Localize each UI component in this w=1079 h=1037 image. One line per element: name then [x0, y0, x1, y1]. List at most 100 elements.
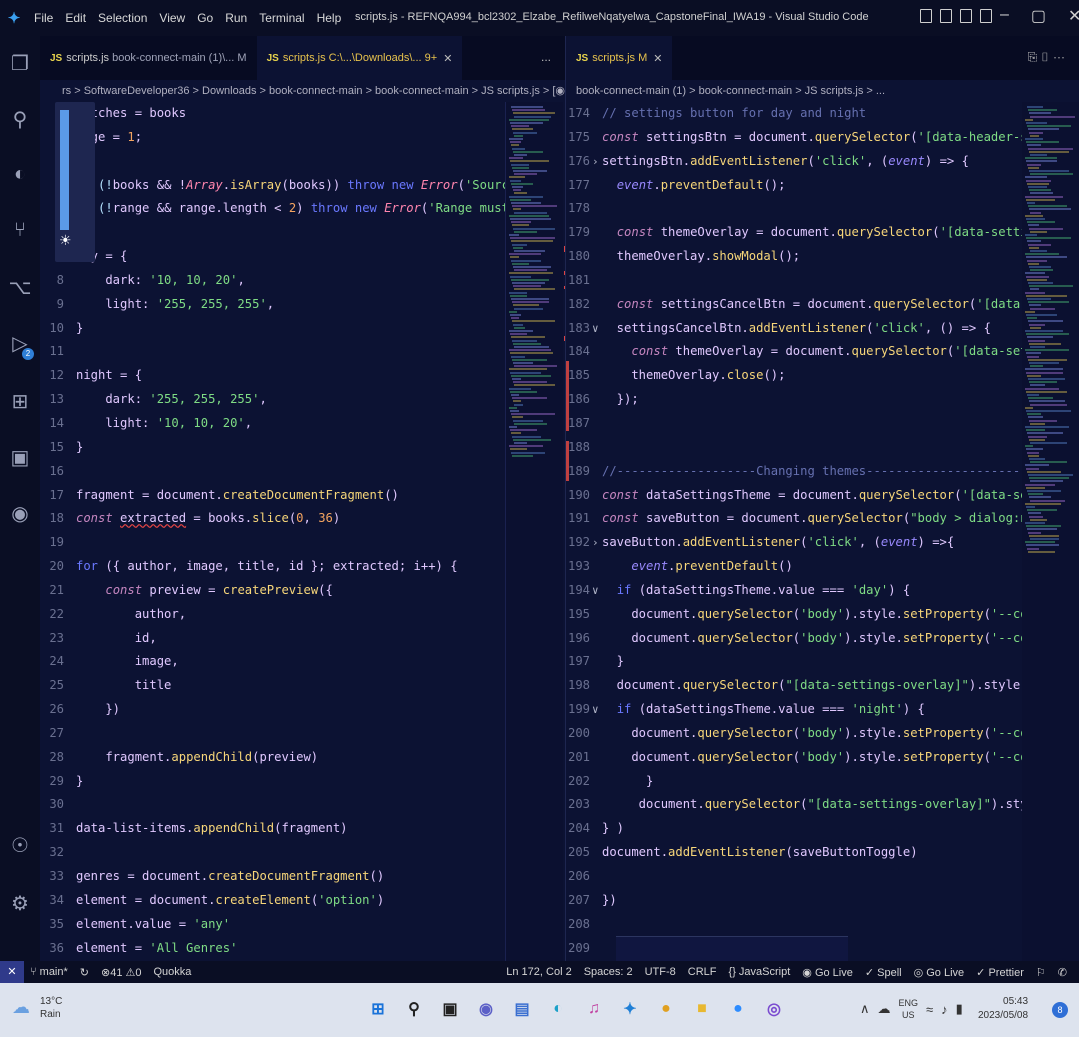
- explorer-icon[interactable]: ❐: [8, 52, 32, 76]
- vscode-taskbar-icon[interactable]: ✦: [617, 996, 643, 1022]
- code-line[interactable]: 20 for ({ author, image, title, id }; ext…: [40, 555, 505, 579]
- chrome-icon[interactable]: ●: [653, 996, 679, 1022]
- toggle-panel-icon[interactable]: [940, 9, 952, 23]
- scroll-overlay-widget[interactable]: ☀: [55, 102, 95, 262]
- code-line[interactable]: 202 }: [566, 770, 1036, 794]
- code-line[interactable]: 34 element = document.createElement('opti…: [40, 889, 505, 913]
- code-line[interactable]: 195 document.querySelector ('body').style…: [566, 603, 1036, 627]
- close-tab-icon[interactable]: ✕: [653, 52, 662, 65]
- code-line[interactable]: 189 //-------------------Changing themes-…: [566, 460, 1036, 484]
- code-line[interactable]: 13 dark: '255, 255, 255',: [40, 388, 505, 412]
- code-line[interactable]: 24 image,: [40, 650, 505, 674]
- tab-scripts-js-right[interactable]: JS scripts.js M ✕: [566, 36, 673, 80]
- spell-check[interactable]: ✓ Spell: [859, 966, 908, 979]
- code-line[interactable]: 181: [566, 269, 1036, 293]
- menu-edit[interactable]: Edit: [59, 11, 92, 25]
- code-line[interactable]: 27: [40, 722, 505, 746]
- fold-chevron-icon[interactable]: ∨: [592, 698, 599, 722]
- breadcrumb[interactable]: rs > SoftwareDeveloper36 > Downloads > b…: [40, 80, 565, 102]
- close-icon[interactable]: ✕: [1068, 6, 1079, 26]
- clock[interactable]: 05:43 2023/05/08: [978, 995, 1028, 1023]
- problems-count[interactable]: ⊗41 ⚠0: [95, 966, 148, 979]
- tab-scripts-js-downloads[interactable]: JS scripts.js C:\...\Downloads\... 9+ ✕: [256, 36, 463, 80]
- menu-terminal[interactable]: Terminal: [253, 11, 310, 25]
- code-line[interactable]: [40, 150, 505, 174]
- code-line[interactable]: 190 const dataSettingsTheme = document.qu…: [566, 484, 1036, 508]
- sync-icon[interactable]: ↻: [74, 966, 95, 979]
- code-line[interactable]: 177 event.preventDefault();: [566, 174, 1036, 198]
- code-line[interactable]: 182 const settingsCancelBtn = document.q…: [566, 293, 1036, 317]
- code-line[interactable]: 187: [566, 412, 1036, 436]
- code-line[interactable]: 188: [566, 436, 1036, 460]
- weather-rain-icon[interactable]: ☁: [12, 997, 30, 1018]
- code-line[interactable]: 185 themeOverlay.close();: [566, 364, 1036, 388]
- language-mode[interactable]: {} JavaScript: [723, 966, 797, 979]
- code-line[interactable]: 10}: [40, 317, 505, 341]
- code-line[interactable]: 36 element = 'All Genres': [40, 937, 505, 961]
- code-line[interactable]: 16: [40, 460, 505, 484]
- code-line[interactable]: 197 }: [566, 650, 1036, 674]
- tor-icon[interactable]: ◎: [761, 996, 787, 1022]
- code-line[interactable]: 25 title: [40, 674, 505, 698]
- git-graph-icon[interactable]: ⌥: [8, 276, 32, 300]
- notifications-icon[interactable]: ✆: [1052, 966, 1073, 979]
- code-line[interactable]: 201 document.querySelector ('body').style…: [566, 746, 1036, 770]
- code-line[interactable]: if (!books && !Array.isArray(books)) thr…: [40, 174, 505, 198]
- code-line[interactable]: 206: [566, 865, 1036, 889]
- code-line[interactable]: 208: [566, 913, 1036, 937]
- encoding[interactable]: UTF-8: [639, 966, 682, 979]
- code-line[interactable]: 180 themeOverlay.showModal();: [566, 245, 1036, 269]
- code-line[interactable]: 205 document.addEventListener(saveButtonT…: [566, 841, 1036, 865]
- code-line[interactable]: 15}: [40, 436, 505, 460]
- code-line[interactable]: 28 fragment.appendChild(preview): [40, 746, 505, 770]
- code-line[interactable]: 179 const themeOverlay = document.queryS…: [566, 221, 1036, 245]
- menu-view[interactable]: View: [153, 11, 191, 25]
- code-line[interactable]: 29}: [40, 770, 505, 794]
- code-editor-left[interactable]: matches = bookspage = 1;if (!books && !A…: [40, 102, 505, 961]
- restore-icon[interactable]: ▢: [1031, 6, 1046, 26]
- volume-icon[interactable]: ♪: [941, 1002, 948, 1017]
- code-line[interactable]: 186 });: [566, 388, 1036, 412]
- accounts-icon[interactable]: ⚐: [1030, 966, 1052, 979]
- prettier-status[interactable]: ✓ Prettier: [970, 966, 1030, 979]
- editor-actions-icon[interactable]: ⎘ ▯ ⋯: [1028, 50, 1065, 65]
- code-line[interactable]: 176 › settingsBtn.addEventListener('click'…: [566, 150, 1036, 174]
- menu-help[interactable]: Help: [311, 11, 348, 25]
- code-line[interactable]: 178: [566, 197, 1036, 221]
- code-line[interactable]: 193 event.preventDefault(): [566, 555, 1036, 579]
- task-view-icon[interactable]: ▣: [437, 996, 463, 1022]
- cursor-position[interactable]: Ln 172, Col 2: [500, 966, 577, 979]
- code-editor-right[interactable]: 174// settings button for day and night 1…: [566, 102, 1036, 961]
- cloud-icon[interactable]: ☁: [878, 1001, 891, 1017]
- notification-badge[interactable]: 8: [1052, 1002, 1068, 1018]
- minimap-right[interactable]: [1022, 102, 1079, 961]
- code-line[interactable]: 26 }): [40, 698, 505, 722]
- code-line[interactable]: 198 document.querySelector("[data-settin…: [566, 674, 1036, 698]
- code-line[interactable]: matches = books: [40, 102, 505, 126]
- code-line[interactable]: 30: [40, 793, 505, 817]
- more-actions-icon[interactable]: ...: [541, 50, 551, 64]
- code-line[interactable]: 21 const preview = createPreview({: [40, 579, 505, 603]
- code-line[interactable]: 200 document.querySelector ('body').style…: [566, 722, 1036, 746]
- remote-indicator-icon[interactable]: ✕: [0, 961, 24, 983]
- language-indicator[interactable]: ENG US: [899, 997, 919, 1021]
- line-ending[interactable]: CRLF: [682, 966, 723, 979]
- code-line[interactable]: 22 author,: [40, 603, 505, 627]
- fold-chevron-icon[interactable]: ›: [592, 150, 599, 174]
- code-line[interactable]: 9 light: '255, 255, 255',: [40, 293, 505, 317]
- remote-icon[interactable]: ◐: [8, 162, 32, 186]
- sun-icon[interactable]: ☀: [59, 232, 72, 249]
- edge-icon[interactable]: ◐: [545, 996, 571, 1022]
- code-line[interactable]: 196 document.querySelector ('body').style…: [566, 627, 1036, 651]
- code-line[interactable]: 207}): [566, 889, 1036, 913]
- wifi-icon[interactable]: ≈: [926, 1002, 933, 1017]
- code-line[interactable]: 14 light: '10, 10, 20',: [40, 412, 505, 436]
- menu-run[interactable]: Run: [219, 11, 253, 25]
- code-line[interactable]: 31 data-list-items.appendChild(fragment): [40, 817, 505, 841]
- code-line[interactable]: 33 genres = document.createDocumentFragme…: [40, 865, 505, 889]
- show-hidden-icons-icon[interactable]: ∧: [860, 1001, 870, 1017]
- file-explorer-icon[interactable]: ■: [689, 996, 715, 1022]
- code-line[interactable]: 7day = {: [40, 245, 505, 269]
- code-line[interactable]: if (!range && range.length < 2) throw ne…: [40, 197, 505, 221]
- settings-gear-icon[interactable]: ⚙: [8, 892, 32, 916]
